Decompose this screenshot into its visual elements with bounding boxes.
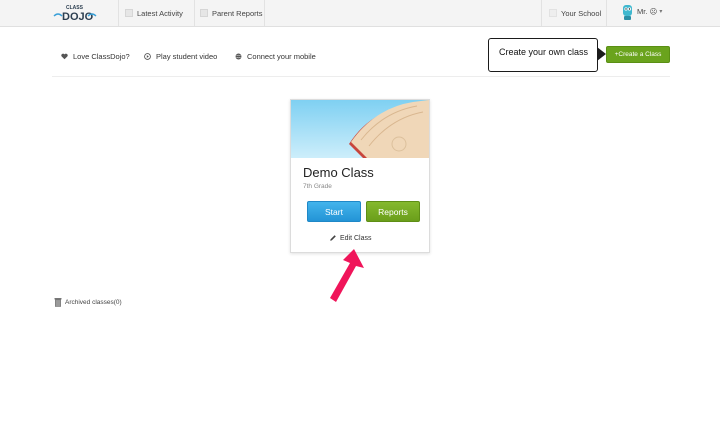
trash-icon (54, 298, 62, 307)
classdojo-logo[interactable]: CLASS DOJO (52, 2, 98, 24)
pencil-icon (330, 235, 336, 241)
reports-icon (200, 9, 208, 17)
connect-mobile-link[interactable]: Connect your mobile (235, 52, 316, 61)
nav-parent-reports[interactable]: Parent Reports (200, 7, 262, 19)
class-card-banner-image (291, 100, 429, 158)
play-video-label: Play student video (156, 52, 218, 61)
edit-class-link[interactable]: Edit Class (329, 234, 372, 242)
user-menu[interactable]: Mr. ☹ ▾ (637, 7, 662, 16)
create-class-button[interactable]: +Create a Class (606, 46, 670, 63)
class-grade: 7th Grade (303, 183, 332, 190)
nav-latest-activity-label: Latest Activity (137, 8, 183, 18)
archived-classes-link[interactable]: Archived classes(0) (54, 297, 122, 307)
edit-class-label: Edit Class (340, 234, 372, 242)
reports-button[interactable]: Reports (366, 201, 420, 222)
nav-latest-activity[interactable]: Latest Activity (125, 7, 183, 19)
love-classdojo-link[interactable]: Love ClassDojo? (61, 52, 130, 61)
play-icon (144, 53, 151, 60)
callout-pointer (597, 47, 606, 61)
class-title: Demo Class (303, 165, 374, 180)
nav-divider (541, 0, 542, 26)
nav-divider (194, 0, 195, 26)
nav-divider (118, 0, 119, 26)
start-button[interactable]: Start (307, 201, 361, 222)
tutorial-callout: Create your own class (488, 38, 598, 72)
activity-icon (125, 9, 133, 17)
nav-your-school-label: Your School (561, 8, 602, 18)
monster-avatar-icon[interactable] (621, 4, 634, 21)
play-video-link[interactable]: Play student video (144, 52, 217, 61)
nav-your-school[interactable]: Your School (549, 7, 601, 19)
svg-text:DOJO: DOJO (62, 11, 94, 23)
user-name: Mr. ☹ (637, 7, 658, 16)
love-classdojo-label: Love ClassDojo? (73, 52, 130, 61)
connect-mobile-label: Connect your mobile (247, 52, 316, 61)
chevron-down-icon: ▾ (659, 9, 663, 15)
nav-divider (264, 0, 265, 26)
nav-divider (606, 0, 607, 26)
class-card[interactable]: Demo Class 7th Grade Start Reports Edit … (290, 99, 430, 253)
school-icon (549, 9, 557, 17)
nav-parent-reports-label: Parent Reports (212, 8, 263, 18)
top-nav: CLASS DOJO Latest Activity Parent Report… (0, 0, 720, 27)
heart-icon (61, 53, 68, 60)
pointer-arrow-annotation (330, 249, 364, 302)
globe-icon (235, 53, 242, 60)
archived-classes-label: Archived classes(0) (65, 298, 122, 306)
